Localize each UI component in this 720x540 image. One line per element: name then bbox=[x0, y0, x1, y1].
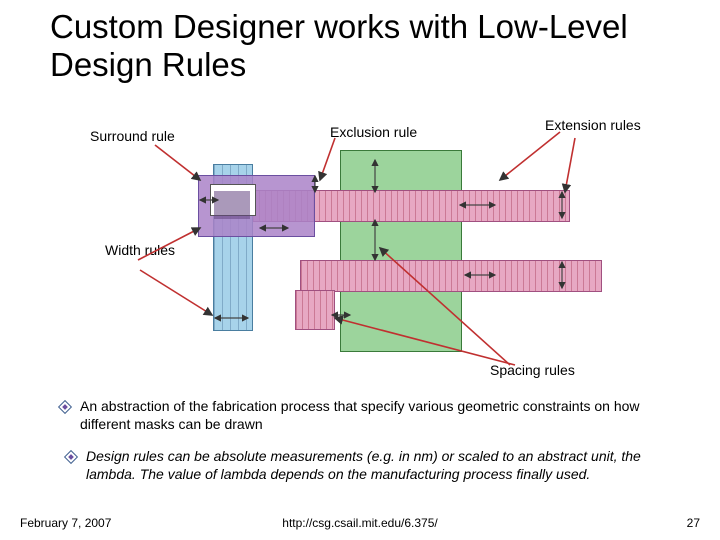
bullet-icon bbox=[60, 402, 70, 412]
footer-url: http://csg.csail.mit.edu/6.375/ bbox=[0, 516, 720, 530]
label-spacing: Spacing rules bbox=[490, 362, 575, 378]
slide: Custom Designer works with Low-Level Des… bbox=[0, 0, 720, 540]
bullet-1: An abstraction of the fabrication proces… bbox=[60, 398, 680, 433]
bullet-2: Design rules can be absolute measurement… bbox=[66, 448, 680, 483]
pink-bar-bottom-ext bbox=[295, 290, 335, 330]
pink-bar-bottom bbox=[300, 260, 602, 292]
green-region bbox=[340, 150, 462, 352]
diagram bbox=[40, 120, 680, 360]
footer-page: 27 bbox=[687, 516, 700, 530]
bullet-icon bbox=[66, 452, 76, 462]
overlap-region bbox=[214, 191, 250, 219]
slide-title: Custom Designer works with Low-Level Des… bbox=[50, 8, 680, 84]
